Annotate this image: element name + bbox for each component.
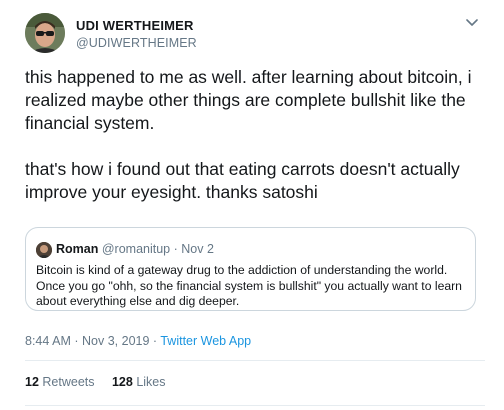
quote-author-name: Roman [56,242,99,256]
quote-author-handle: @romanitup [101,242,171,256]
divider [25,405,485,406]
chevron-down-icon[interactable] [462,13,482,33]
quoted-tweet[interactable]: Roman @romanitup · Nov 2 Bitcoin is kind… [25,227,476,311]
quote-avatar [36,242,52,258]
divider [25,360,485,361]
avatar[interactable] [25,13,65,53]
tweet-metadata: 8:44 AM · Nov 3, 2019 · Twitter Web App [25,334,251,348]
tweet-paragraph: that's how i found out that eating carro… [25,159,460,202]
retweets-stat[interactable]: 12 Retweets [25,375,98,389]
engagement-stats: 12 Retweets 128 Likes [25,375,180,389]
tweet-card: UDI WERTHEIMER @UDIWERTHEIMER this happe… [0,0,504,410]
retweets-label: Retweets [42,375,95,389]
tweet-time[interactable]: 8:44 AM [25,334,71,348]
author-display-name[interactable]: UDI WERTHEIMER [76,18,194,33]
likes-label: Likes [136,375,166,389]
quote-text: Bitcoin is kind of a gateway drug to the… [36,263,462,308]
tweet-text: this happened to me as well. after learn… [25,66,485,204]
meta-separator: · [74,334,79,348]
tweet-date[interactable]: Nov 3, 2019 [82,334,149,348]
author-handle[interactable]: @UDIWERTHEIMER [76,36,197,50]
tweet-source-link[interactable]: Twitter Web App [160,334,251,348]
quote-separator: · [173,242,178,256]
quote-header: Roman @romanitup · Nov 2 [56,242,214,256]
meta-separator: · [152,334,158,348]
tweet-paragraph: this happened to me as well. after learn… [25,67,472,133]
likes-count: 128 [111,375,133,389]
quote-date: Nov 2 [181,242,214,256]
retweets-count: 12 [25,375,39,389]
likes-stat[interactable]: 128 Likes [112,375,166,389]
